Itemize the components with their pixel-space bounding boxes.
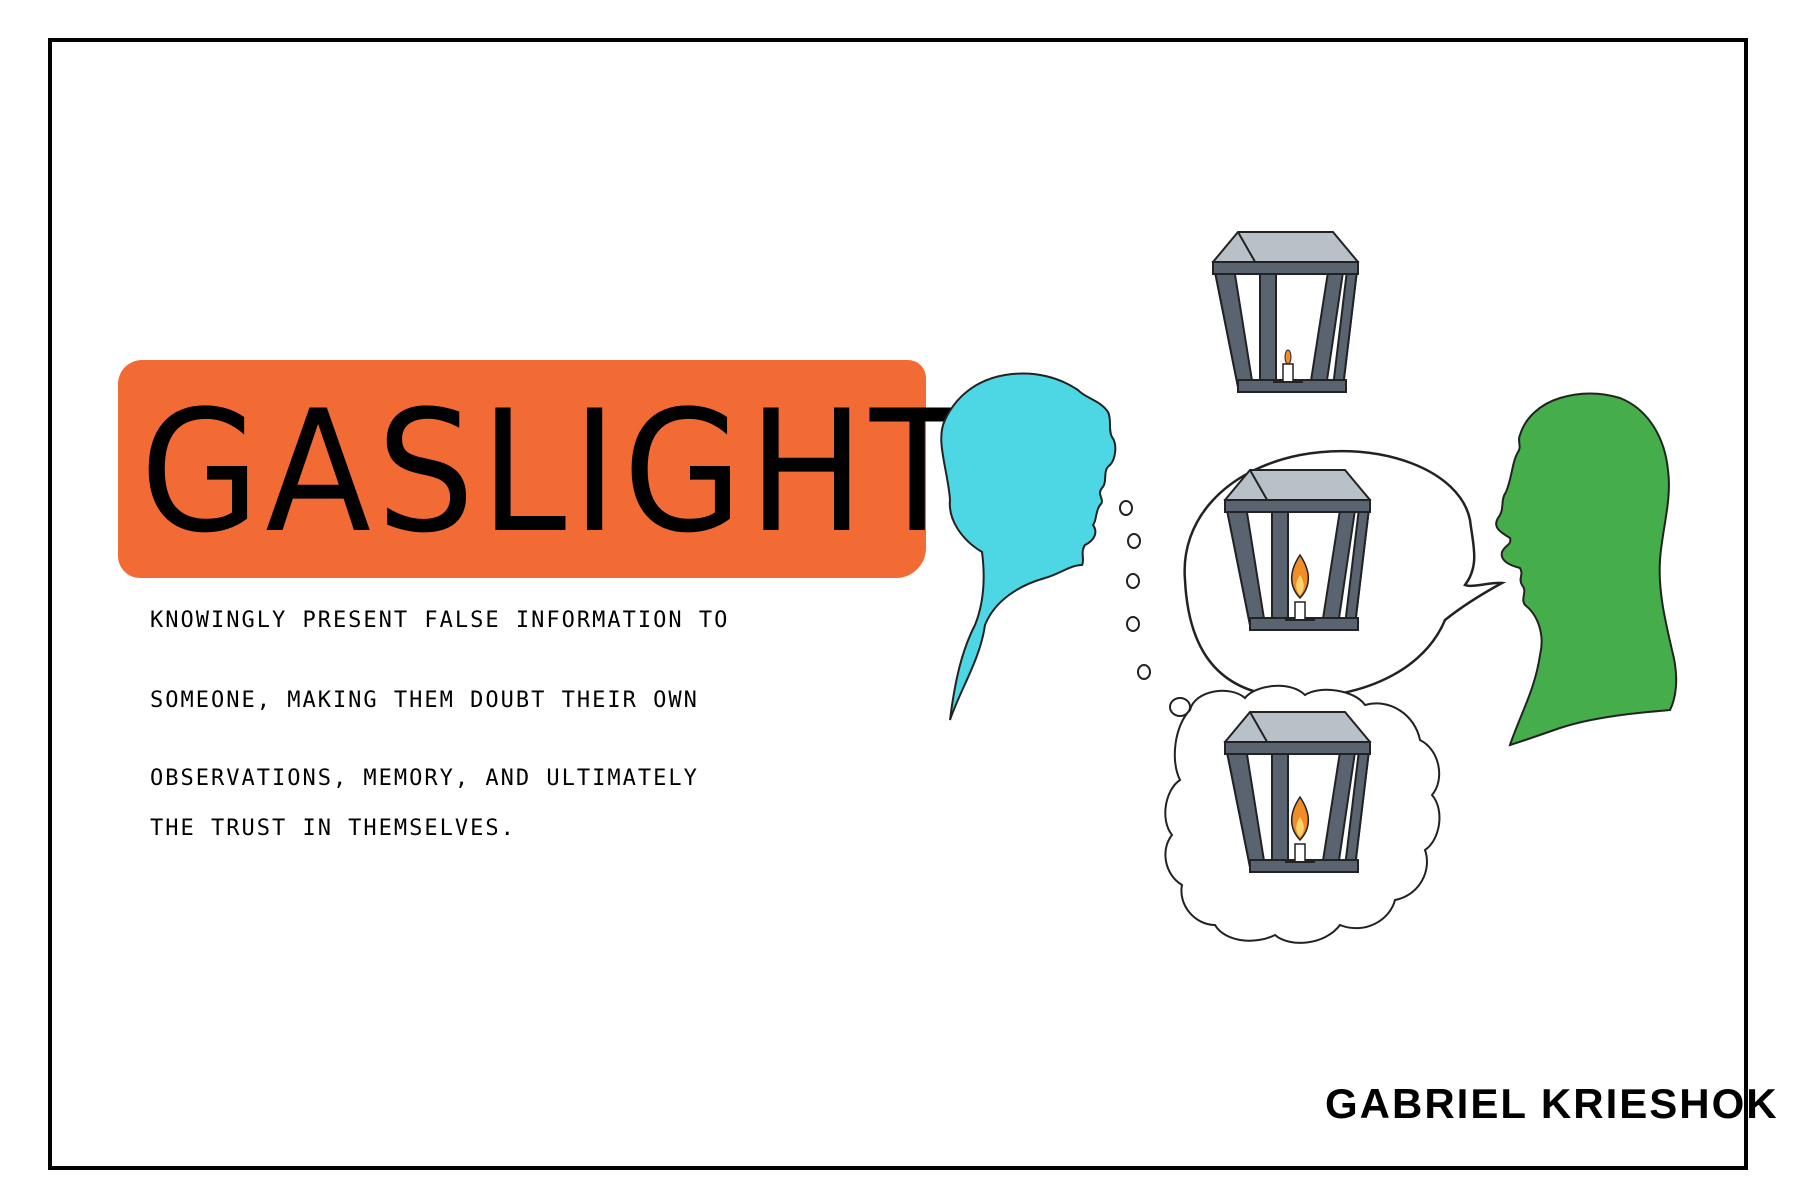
man-silhouette <box>1495 392 1678 747</box>
artist-signature: GABRIEL KRIESHOK <box>1325 1080 1779 1127</box>
illustration <box>940 231 1678 944</box>
lantern-thought-bright <box>1224 711 1371 873</box>
lantern-top-dim <box>1212 231 1359 393</box>
small-flame-icon <box>1284 349 1292 365</box>
thought-bubbles <box>1119 500 1191 717</box>
woman-silhouette <box>940 372 1117 721</box>
lantern-speech-bright <box>1224 469 1371 631</box>
